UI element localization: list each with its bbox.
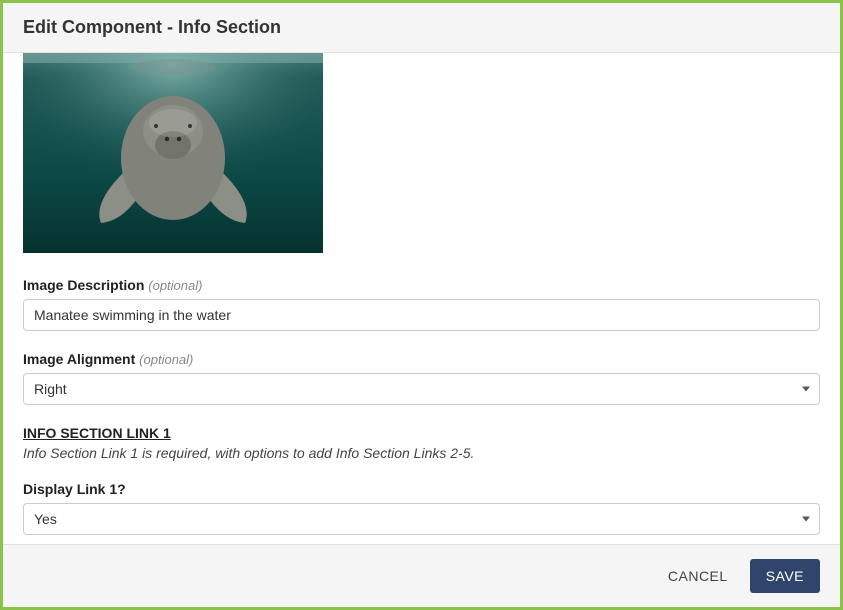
image-description-input[interactable] xyxy=(23,299,820,331)
image-alignment-group: Image Alignment (optional) Right xyxy=(23,351,820,405)
image-description-label: Image Description (optional) xyxy=(23,277,820,293)
display-link-1-select[interactable]: Yes xyxy=(23,503,820,535)
display-link-1-select-wrap: Yes xyxy=(23,503,820,535)
image-alignment-select-wrap: Right xyxy=(23,373,820,405)
display-link-1-group: Display Link 1? Yes xyxy=(23,481,820,535)
link-section-note: Info Section Link 1 is required, with op… xyxy=(23,445,820,461)
display-link-1-label-text: Display Link 1? xyxy=(23,481,126,497)
cancel-button[interactable]: CANCEL xyxy=(662,560,734,592)
image-alignment-label-text: Image Alignment xyxy=(23,351,135,367)
image-alignment-optional-hint: (optional) xyxy=(139,352,193,367)
image-description-label-text: Image Description xyxy=(23,277,144,293)
edit-component-modal: Edit Component - Info Section xyxy=(0,0,843,610)
image-description-group: Image Description (optional) xyxy=(23,277,820,331)
image-alignment-select[interactable]: Right xyxy=(23,373,820,405)
manatee-image xyxy=(23,53,323,253)
modal-header: Edit Component - Info Section xyxy=(3,3,840,53)
image-alignment-label: Image Alignment (optional) xyxy=(23,351,820,367)
link-section-intro: INFO SECTION LINK 1 Info Section Link 1 … xyxy=(23,425,820,461)
modal-body: Image Description (optional) Image Align… xyxy=(3,53,840,544)
image-description-optional-hint: (optional) xyxy=(148,278,202,293)
save-button[interactable]: SAVE xyxy=(750,559,820,593)
modal-footer: CANCEL SAVE xyxy=(3,544,840,607)
modal-title: Edit Component - Info Section xyxy=(23,17,820,38)
display-link-1-label: Display Link 1? xyxy=(23,481,820,497)
image-preview xyxy=(23,53,323,253)
link-section-heading: INFO SECTION LINK 1 xyxy=(23,425,820,441)
